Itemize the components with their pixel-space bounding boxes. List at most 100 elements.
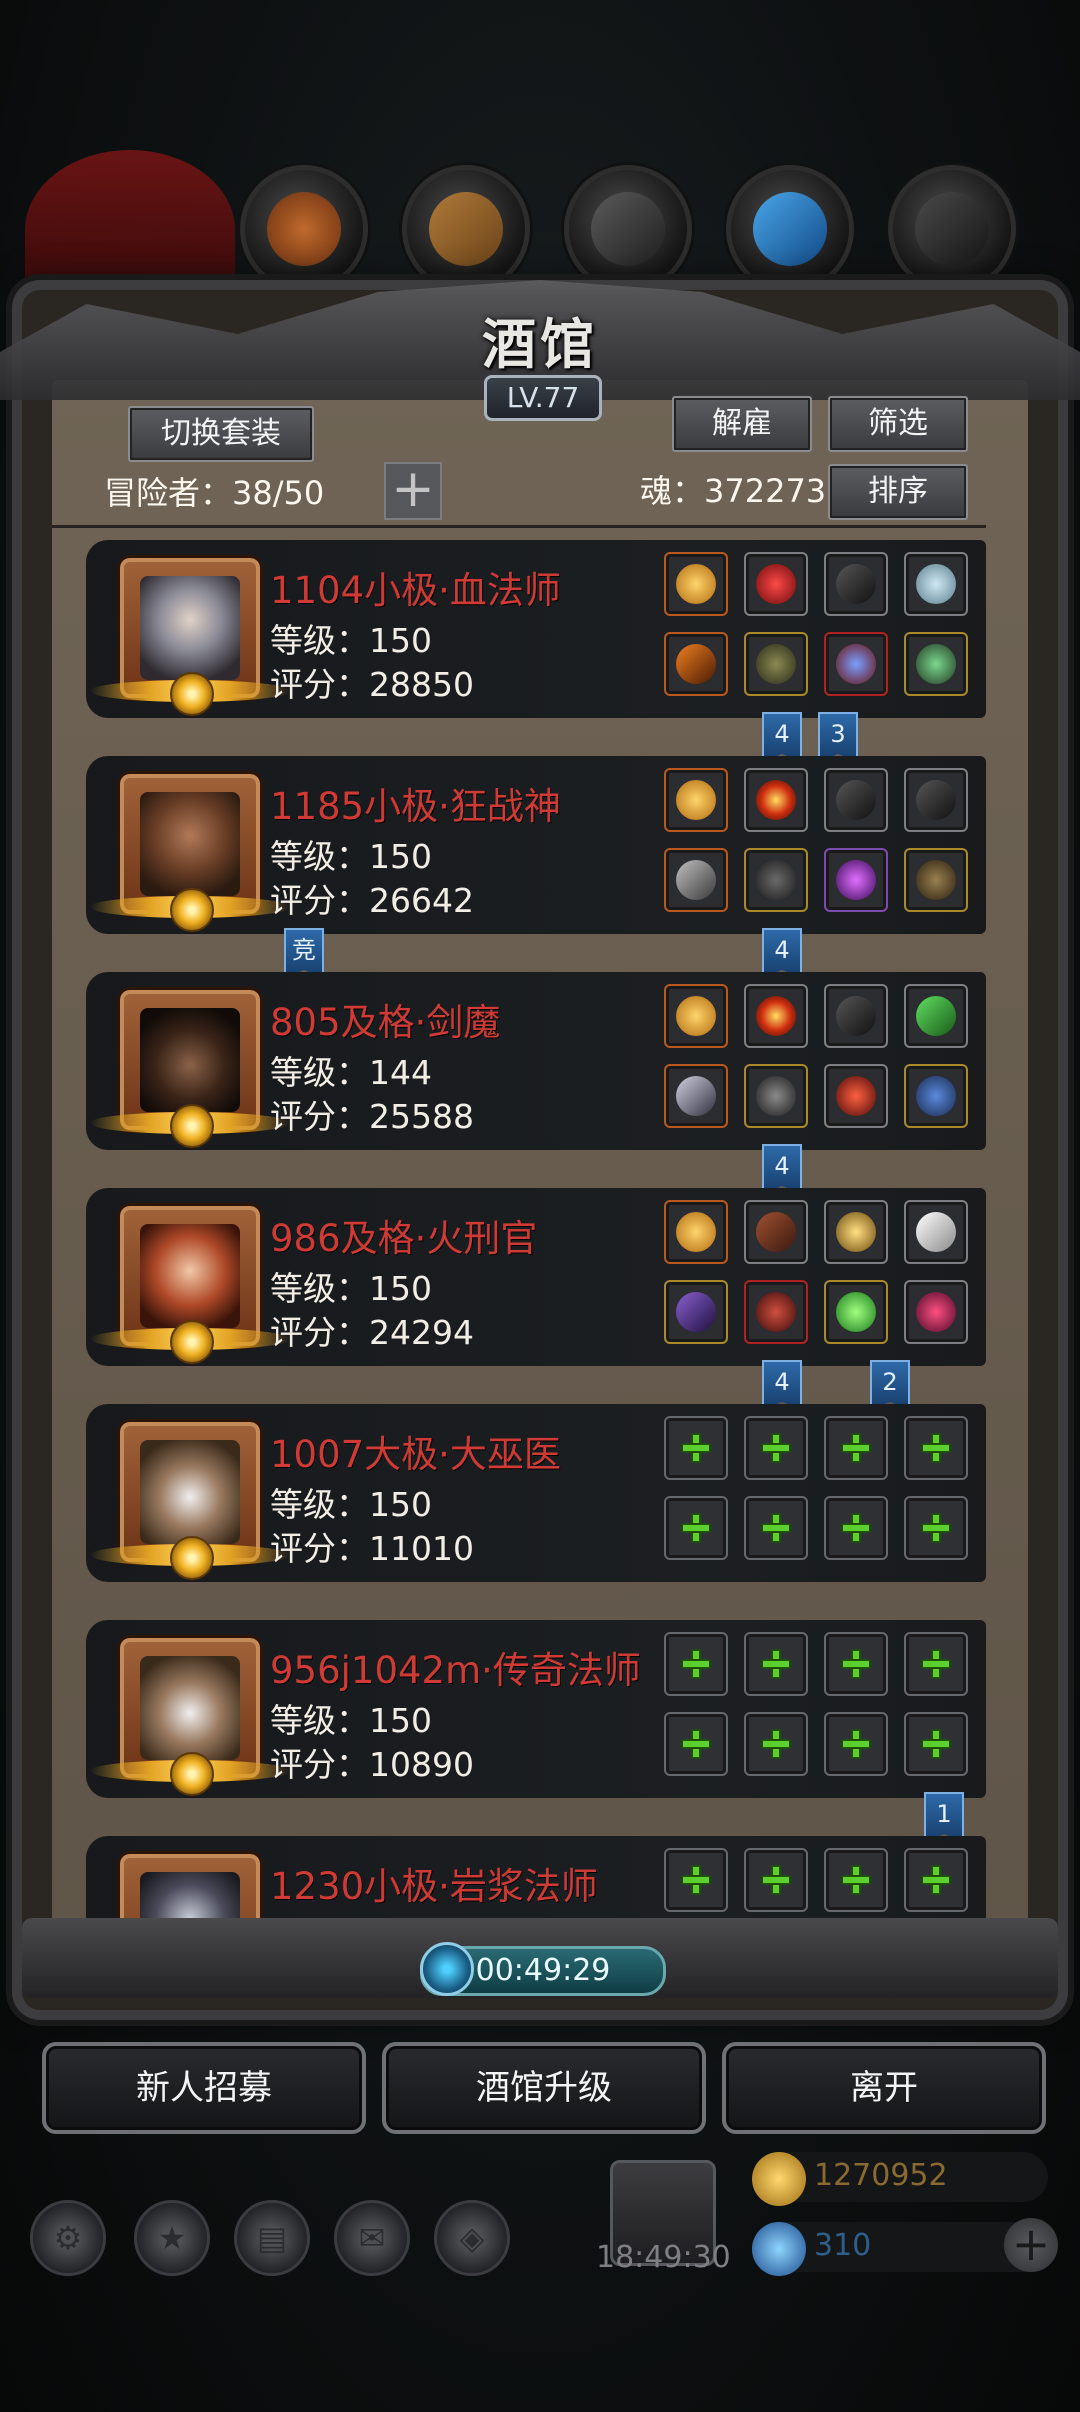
hero-name: 986及格·火刑官 [270, 1217, 538, 1260]
empty-slot-add-icon[interactable] [744, 1712, 808, 1776]
recruit-button[interactable]: 新人招募 [42, 2042, 366, 2134]
hero-avatar[interactable] [90, 774, 290, 932]
gift-timer: 18:49:30 [596, 2240, 731, 2275]
dismiss-button[interactable]: 解雇 [672, 396, 812, 452]
helmet-icon[interactable] [824, 1064, 888, 1128]
shoulder-icon[interactable] [904, 552, 968, 616]
add-currency-button[interactable]: + [1004, 2218, 1058, 2272]
crown-icon[interactable] [664, 984, 728, 1048]
set-count-flag: 4 [762, 1360, 802, 1410]
empty-slot-add-icon[interactable] [824, 1848, 888, 1912]
leave-button[interactable]: 离开 [722, 2042, 1046, 2134]
empty-slot-add-icon[interactable] [664, 1416, 728, 1480]
hero-name: 956j1042m·传奇法师 [270, 1649, 641, 1692]
hero-score: 评分：11010 [270, 1529, 474, 1568]
gold-icon [752, 2152, 806, 2206]
hero-card[interactable]: 986及格·火刑官 等级：150 评分：24294 4 2 [86, 1188, 986, 1410]
hero-card[interactable]: 1104小极·血法师 等级：150 评分：28850 4 3 [86, 540, 986, 762]
gold-value: 1270952 [814, 2158, 948, 2193]
emerald-icon[interactable] [824, 1280, 888, 1344]
empty-slot-add-icon[interactable] [664, 1848, 728, 1912]
hero-avatar[interactable] [90, 1206, 290, 1364]
gift-box-icon[interactable]: ◈ [434, 2200, 510, 2276]
armor-icon[interactable] [744, 848, 808, 912]
hero-card[interactable]: 956j1042m·传奇法师 等级：150 评分：10890 1 [86, 1620, 986, 1842]
hero-card[interactable]: 1007大极·大巫医 等级：150 评分：11010 [86, 1404, 986, 1584]
expand-capacity-button[interactable]: + [384, 462, 442, 520]
boots-icon[interactable] [904, 632, 968, 696]
empty-slot-add-icon[interactable] [904, 1496, 968, 1560]
mail-icon[interactable]: ✉ [334, 2200, 410, 2276]
empty-slot-add-icon[interactable] [744, 1632, 808, 1696]
empty-slot-add-icon[interactable] [824, 1632, 888, 1696]
empty-slot-add-icon[interactable] [904, 1632, 968, 1696]
filter-button[interactable]: 筛选 [828, 396, 968, 452]
boots-icon[interactable] [904, 1064, 968, 1128]
armor-icon[interactable] [744, 1280, 808, 1344]
switch-outfit-button[interactable]: 切换套装 [128, 406, 314, 462]
crown-icon[interactable] [664, 1200, 728, 1264]
helmet-icon[interactable] [824, 632, 888, 696]
equipment-slots [664, 1632, 974, 1782]
empty-slot-add-icon[interactable] [824, 1712, 888, 1776]
bracer-icon[interactable] [824, 984, 888, 1048]
scroll-item-icon[interactable] [904, 984, 968, 1048]
star-icon[interactable]: ★ [134, 2200, 210, 2276]
potion-icon[interactable] [904, 1280, 968, 1344]
lion-dance-icon [25, 150, 235, 310]
empty-slot-add-icon[interactable] [824, 1496, 888, 1560]
page-title: 酒馆 [482, 312, 598, 376]
empty-slot-add-icon[interactable] [904, 1712, 968, 1776]
helmet-icon[interactable] [824, 848, 888, 912]
hero-level: 等级：150 [270, 837, 432, 876]
empty-slot-add-icon[interactable] [664, 1496, 728, 1560]
timer-text: 00:49:29 [475, 1953, 611, 1988]
armor-icon[interactable] [744, 632, 808, 696]
sort-button[interactable]: 排序 [828, 464, 968, 520]
armor-icon[interactable] [744, 1064, 808, 1128]
bracer-icon[interactable] [824, 552, 888, 616]
sword-icon[interactable] [664, 1064, 728, 1128]
hero-avatar[interactable] [90, 558, 290, 716]
scroll-icon[interactable]: ▤ [234, 2200, 310, 2276]
axe-icon[interactable] [664, 848, 728, 912]
hero-avatar[interactable] [120, 1854, 260, 1920]
empty-slot-add-icon[interactable] [744, 1496, 808, 1560]
tavern-level-badge: LV.77 [484, 375, 602, 421]
necklace-icon[interactable] [744, 552, 808, 616]
empty-slot-add-icon[interactable] [824, 1416, 888, 1480]
staff-icon[interactable] [664, 632, 728, 696]
wing-icon[interactable] [904, 1200, 968, 1264]
hero-list[interactable]: 1104小极·血法师 等级：150 评分：28850 4 3 1185小极·狂战… [86, 540, 986, 1920]
empty-slot-add-icon[interactable] [664, 1712, 728, 1776]
hero-card[interactable]: 1185小极·狂战神 等级：150 评分：26642 竞 4 [86, 756, 986, 978]
hero-card[interactable]: 805及格·剑魔 等级：144 评分：25588 4 [86, 972, 986, 1194]
empty-slot-add-icon[interactable] [904, 1416, 968, 1480]
rank-medal-icon [170, 1104, 214, 1148]
hero-avatar[interactable] [90, 1422, 290, 1580]
fire-orb-icon[interactable] [744, 768, 808, 832]
fire-orb-icon[interactable] [744, 984, 808, 1048]
empty-slot-add-icon[interactable] [664, 1632, 728, 1696]
set-count-flag: 4 [762, 928, 802, 978]
spear-icon[interactable] [664, 1280, 728, 1344]
empty-slot-add-icon[interactable] [904, 1848, 968, 1912]
lantern-icon[interactable] [824, 1200, 888, 1264]
crown-icon[interactable] [664, 768, 728, 832]
hero-level: 等级：144 [270, 1053, 432, 1092]
gear-icon[interactable]: ⚙ [30, 2200, 106, 2276]
rank-medal-icon [170, 1752, 214, 1796]
hero-avatar[interactable] [90, 990, 290, 1148]
crown-icon[interactable] [664, 552, 728, 616]
chest-icon[interactable] [744, 1200, 808, 1264]
bracer-icon[interactable] [824, 768, 888, 832]
hero-score: 评分：26642 [270, 881, 474, 920]
hero-avatar[interactable] [90, 1638, 290, 1796]
equipment-slots [664, 768, 974, 918]
tavern-upgrade-button[interactable]: 酒馆升级 [382, 2042, 706, 2134]
empty-slot-add-icon[interactable] [744, 1416, 808, 1480]
boots-icon[interactable] [904, 848, 968, 912]
empty-slot-add-icon[interactable] [744, 1848, 808, 1912]
hero-card[interactable]: 1230小极·岩浆法师 [86, 1836, 986, 1920]
bracer-icon[interactable] [904, 768, 968, 832]
